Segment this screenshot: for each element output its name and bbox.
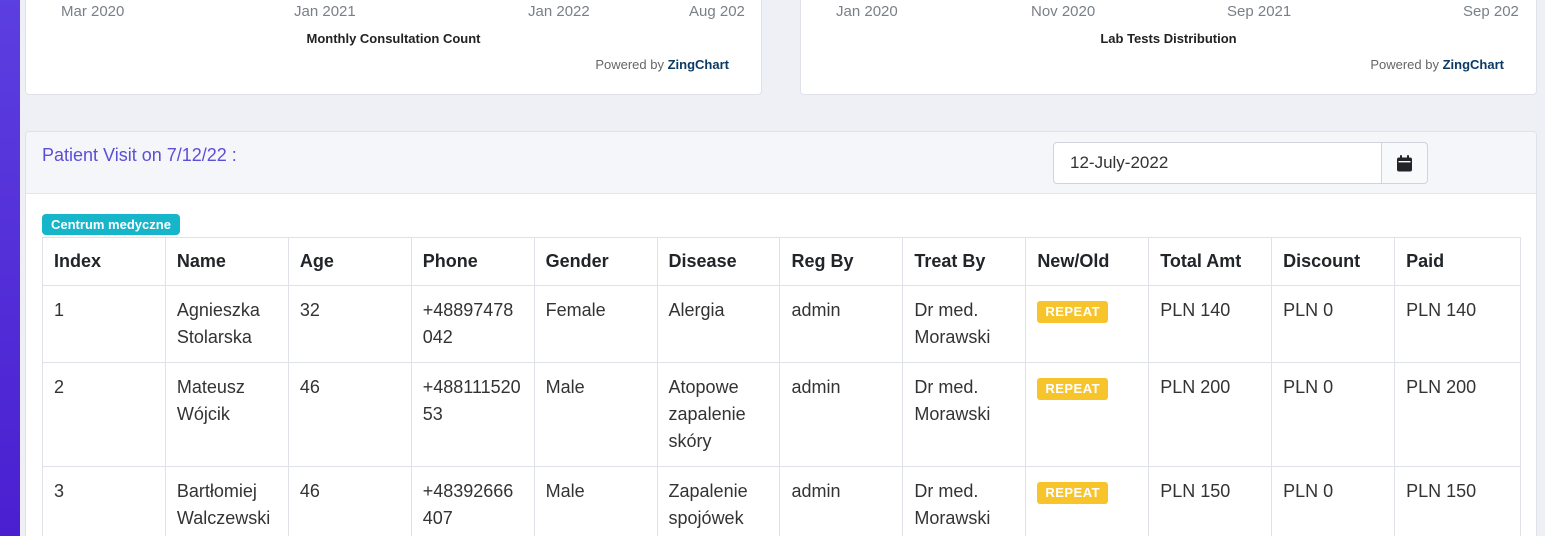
calendar-icon xyxy=(1397,154,1412,171)
cell-age: 46 xyxy=(287,362,412,467)
column-header-new-old[interactable]: New/Old xyxy=(1025,237,1150,286)
column-header-gender[interactable]: Gender xyxy=(533,237,658,286)
chart-title: Lab Tests Distribution xyxy=(1100,31,1237,46)
lab-tests-chart-card: Jan 2020 Nov 2020 Sep 2021 Sep 202 Lab T… xyxy=(800,0,1537,95)
column-header-phone[interactable]: Phone xyxy=(410,237,535,286)
column-header-paid[interactable]: Paid xyxy=(1394,237,1521,286)
column-header-reg-by[interactable]: Reg By xyxy=(779,237,904,286)
date-picker xyxy=(1053,142,1428,184)
powered-prefix: Powered by xyxy=(595,57,664,72)
cell-index: 3 xyxy=(42,466,166,536)
cell-name: Agnieszka Stolarska xyxy=(164,285,289,363)
patient-visit-table: Index Name Age Phone Gender Disease Reg … xyxy=(42,237,1521,536)
table-header-row: Index Name Age Phone Gender Disease Reg … xyxy=(42,237,1521,286)
x-axis-labels: Jan 2020 Nov 2020 Sep 2021 Sep 202 xyxy=(801,3,1536,21)
cell-phone: +48897478042 xyxy=(410,285,535,363)
cell-total-amt: PLN 150 xyxy=(1148,466,1273,536)
column-header-age[interactable]: Age xyxy=(287,237,412,286)
cell-reg-by: admin xyxy=(779,285,904,363)
status-badge: REPEAT xyxy=(1037,482,1109,504)
cell-treat-by: Dr med. Morawski xyxy=(902,362,1027,467)
x-tick-label: Sep 202 xyxy=(1463,3,1519,20)
x-tick-label: Aug 202 xyxy=(689,3,745,20)
cell-paid: PLN 150 xyxy=(1394,466,1521,536)
chart-title: Monthly Consultation Count xyxy=(306,31,481,46)
column-header-name[interactable]: Name xyxy=(164,237,289,286)
cell-new-old: REPEAT xyxy=(1025,466,1150,536)
cell-disease: Zapalenie spojówek xyxy=(656,466,781,536)
cell-total-amt: PLN 200 xyxy=(1148,362,1273,467)
powered-by-link[interactable]: Powered by ZingChart xyxy=(595,57,729,72)
cell-reg-by: admin xyxy=(779,362,904,467)
cell-gender: Male xyxy=(533,362,658,467)
cell-phone: +48392666407 xyxy=(410,466,535,536)
x-tick-label: Jan 2020 xyxy=(836,3,898,20)
cell-index: 1 xyxy=(42,285,166,363)
cell-gender: Male xyxy=(533,466,658,536)
cell-discount: PLN 0 xyxy=(1271,466,1396,536)
phone-text: +48392666407 xyxy=(422,481,514,528)
powered-by-link[interactable]: Powered by ZingChart xyxy=(1370,57,1504,72)
cell-gender: Female xyxy=(533,285,658,363)
cell-index: 2 xyxy=(42,362,166,467)
cell-age: 32 xyxy=(287,285,412,363)
status-badge: REPEAT xyxy=(1037,301,1109,323)
powered-prefix: Powered by xyxy=(1370,57,1439,72)
visit-card-header: Patient Visit on 7/12/22 : xyxy=(26,132,1536,194)
cell-total-amt: PLN 140 xyxy=(1148,285,1273,363)
status-badge: REPEAT xyxy=(1037,378,1109,400)
column-header-disease[interactable]: Disease xyxy=(656,237,781,286)
cell-reg-by: admin xyxy=(779,466,904,536)
x-tick-label: Mar 2020 xyxy=(61,3,125,20)
cell-phone: +48811152053 xyxy=(410,362,535,467)
column-header-index[interactable]: Index xyxy=(42,237,166,286)
table-row[interactable]: 2 Mateusz Wójcik 46 +48811152053 Male At… xyxy=(42,362,1521,467)
powered-brand: ZingChart xyxy=(667,57,729,72)
phone-text: +48897478042 xyxy=(422,300,514,347)
cell-disease: Atopowe zapalenie skóry xyxy=(656,362,781,467)
powered-brand: ZingChart xyxy=(1442,57,1504,72)
phone-text: +48811152053 xyxy=(422,377,521,424)
date-input[interactable] xyxy=(1053,142,1381,184)
x-tick-label: Sep 2021 xyxy=(1227,3,1292,20)
cell-treat-by: Dr med. Morawski xyxy=(902,466,1027,536)
patient-visit-card: Patient Visit on 7/12/22 : Centrum medyc… xyxy=(25,131,1537,536)
clinic-badge: Centrum medyczne xyxy=(42,214,180,235)
consultation-chart-card: Mar 2020 Jan 2021 Jan 2022 Aug 202 Month… xyxy=(25,0,762,95)
cell-disease: Alergia xyxy=(656,285,781,363)
x-axis-labels: Mar 2020 Jan 2021 Jan 2022 Aug 202 xyxy=(26,3,761,21)
table-row[interactable]: 3 Bartłomiej Walczewski 46 +48392666407 … xyxy=(42,466,1521,536)
cell-name: Mateusz Wójcik xyxy=(164,362,289,467)
visit-title: Patient Visit on 7/12/22 : xyxy=(42,145,237,165)
cell-new-old: REPEAT xyxy=(1025,285,1150,363)
cell-paid: PLN 200 xyxy=(1394,362,1521,467)
cell-age: 46 xyxy=(287,466,412,536)
cell-paid: PLN 140 xyxy=(1394,285,1521,363)
table-row[interactable]: 1 Agnieszka Stolarska 32 +48897478042 Fe… xyxy=(42,285,1521,363)
cell-treat-by: Dr med. Morawski xyxy=(902,285,1027,363)
cell-new-old: REPEAT xyxy=(1025,362,1150,467)
x-tick-label: Jan 2021 xyxy=(294,3,356,20)
calendar-button[interactable] xyxy=(1381,142,1428,184)
x-tick-label: Nov 2020 xyxy=(1031,3,1096,20)
cell-discount: PLN 0 xyxy=(1271,285,1396,363)
cell-name: Bartłomiej Walczewski xyxy=(164,466,289,536)
x-tick-label: Jan 2022 xyxy=(528,3,590,20)
column-header-treat-by[interactable]: Treat By xyxy=(902,237,1027,286)
column-header-total-amt[interactable]: Total Amt xyxy=(1148,237,1273,286)
sidebar-edge xyxy=(0,0,20,536)
column-header-discount[interactable]: Discount xyxy=(1271,237,1396,286)
cell-discount: PLN 0 xyxy=(1271,362,1396,467)
